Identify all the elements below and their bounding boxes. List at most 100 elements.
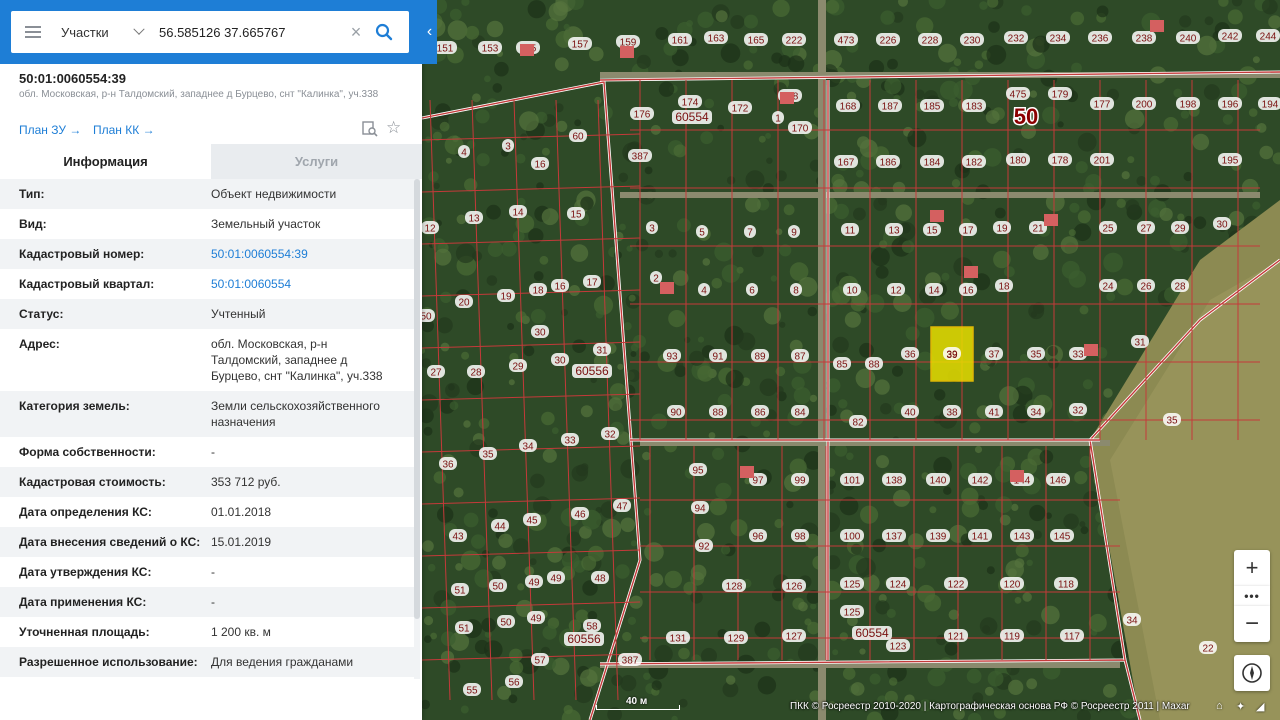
info-value[interactable]: 50:01:0060554:39: [211, 246, 395, 262]
map-tree-texture: [892, 365, 903, 377]
plot-number-label: 88: [712, 408, 724, 419]
zoom-in-button[interactable]: +: [1234, 550, 1270, 586]
plot-number-label: 2: [653, 274, 659, 285]
plot-number-label: 19: [996, 224, 1008, 235]
tab-services[interactable]: Услуги: [211, 144, 422, 179]
map-tree-texture: [1103, 684, 1117, 698]
building-roof: [780, 92, 794, 104]
map-tree-texture: [655, 27, 669, 40]
compass-button[interactable]: [1234, 655, 1270, 691]
map-tree-texture: [651, 413, 668, 430]
plot-number-label: 143: [1014, 532, 1031, 543]
info-value: 353 712 руб.: [211, 475, 281, 489]
map-tree-texture: [708, 432, 716, 439]
map-tree-texture: [618, 172, 629, 183]
info-key: Разрешенное использование:: [19, 655, 198, 669]
map-tree-texture: [1259, 145, 1274, 160]
home-icon[interactable]: ⌂: [1216, 700, 1223, 712]
map-tree-texture: [1252, 56, 1260, 64]
map-tree-texture: [1005, 560, 1024, 579]
map-tree-texture: [580, 669, 598, 687]
map-tree-texture: [938, 43, 957, 63]
plot-number-label: 240: [1180, 34, 1197, 45]
map-tree-texture: [982, 625, 991, 634]
collapse-panel-icon[interactable]: ‹: [422, 11, 437, 53]
map-tree-texture: [420, 394, 439, 413]
map-tree-texture: [701, 647, 717, 664]
plot-number-label: 19: [500, 292, 512, 303]
plot-number-label: 35: [1166, 416, 1178, 427]
info-value: 15.01.2019: [211, 535, 272, 549]
plot-number-label: 37: [988, 350, 1000, 361]
plot-number-label: 27: [1140, 224, 1152, 235]
info-key: Адрес:: [19, 337, 60, 351]
plot-number-label: 228: [922, 36, 939, 47]
favorite-star-icon[interactable]: ☆: [386, 118, 401, 138]
map-tree-texture: [630, 343, 639, 352]
search-icon[interactable]: [365, 11, 403, 53]
map-tree-texture: [523, 345, 535, 357]
info-row: Форма собственности: -: [0, 437, 414, 467]
plot-number-label: 36: [904, 350, 916, 361]
map-tree-texture: [986, 44, 1007, 65]
map-tree-texture: [541, 411, 555, 426]
scrollbar-thumb[interactable]: [414, 179, 420, 619]
plan-zu-link[interactable]: План ЗУ →: [19, 123, 81, 137]
map-tree-texture: [478, 418, 490, 429]
info-value: Земельный участок: [211, 217, 321, 231]
map-tree-texture: [700, 131, 714, 145]
map-tree-texture: [709, 498, 727, 516]
more-tools-button[interactable]: •••: [1234, 586, 1270, 606]
object-type-select[interactable]: Участки: [55, 11, 153, 53]
map-tree-texture: [798, 601, 808, 612]
map-tree-texture: [933, 456, 952, 476]
map-tree-texture: [515, 153, 526, 164]
map-tree-texture: [428, 171, 439, 182]
map-tree-texture: [927, 668, 946, 687]
info-value[interactable]: 50:01:0060554: [211, 276, 395, 292]
info-row: Категория земель: Земли сельскохозяйствен…: [0, 391, 414, 437]
map-tree-texture: [508, 379, 515, 386]
plot-number-label: 57: [534, 656, 546, 667]
plot-number-label: 17: [586, 278, 598, 289]
clear-icon[interactable]: ×: [347, 23, 365, 41]
plot-number-label: 95: [692, 466, 704, 477]
search-input[interactable]: [153, 12, 343, 52]
plot-number-label: 244: [1260, 32, 1277, 43]
plot-number-label: 140: [930, 476, 947, 487]
plot-number-label: 98: [794, 532, 806, 543]
plot-number-label: 236: [1092, 34, 1109, 45]
map-tree-texture: [1204, 16, 1214, 26]
plot-number-label: 58: [586, 622, 598, 633]
menu-icon[interactable]: [11, 11, 55, 53]
map-scale: 40 м: [596, 696, 680, 710]
tab-information[interactable]: Информация: [0, 144, 211, 179]
zoom-out-button[interactable]: −: [1234, 606, 1270, 642]
plot-number-label: 99: [794, 476, 806, 487]
map-tree-texture: [615, 564, 630, 579]
map-tree-texture: [566, 531, 582, 547]
map-tree-texture: [873, 197, 887, 211]
scrollbar[interactable]: [414, 179, 420, 679]
map-tree-texture: [697, 365, 714, 382]
map-tree-texture: [944, 642, 958, 656]
zoom-to-object-icon[interactable]: [362, 121, 378, 137]
map-tree-texture: [627, 369, 640, 383]
map-tree-texture: [492, 555, 506, 570]
crosshair-icon[interactable]: ✦: [1236, 700, 1245, 713]
map-tree-texture: [986, 566, 995, 575]
map-tree-texture: [1079, 305, 1089, 315]
map-tree-texture: [1121, 171, 1130, 180]
plan-kk-link[interactable]: План КК →: [93, 123, 155, 137]
plot-number-label: 185: [924, 102, 941, 113]
map-tree-texture: [423, 426, 433, 436]
map-tree-texture: [620, 517, 636, 533]
map-tree-texture: [461, 351, 470, 360]
ruler-icon[interactable]: ◢: [1256, 700, 1264, 713]
map-tree-texture: [953, 80, 973, 100]
map-tree-texture: [1163, 117, 1179, 132]
info-key: Форма собственности:: [19, 445, 156, 459]
map-tree-texture: [1077, 132, 1097, 152]
info-key: Кадастровый квартал:: [19, 277, 155, 291]
info-value: Для ведения гражданами: [211, 655, 354, 669]
